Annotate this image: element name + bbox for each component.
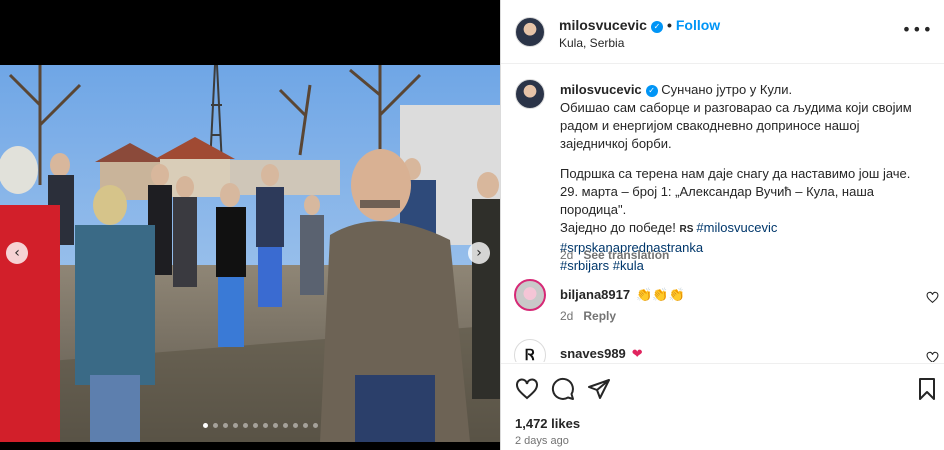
carousel-prev-button[interactable]: ‹ [6,242,28,264]
photo-illustration [0,65,500,442]
caption-line-2: Обишао сам саборце и разговарао са људим… [560,100,912,115]
comment-time: 2d [560,309,574,323]
comment-meta: 2d Reply [560,309,616,323]
carousel-dot [303,423,308,428]
carousel-dot [203,423,208,428]
separator-dot: • [666,17,672,33]
caption-username[interactable]: milosvucevic [560,82,642,97]
caption-author-avatar[interactable] [515,79,545,109]
red-heart-icon: ❤ [631,347,643,362]
commenter-avatar[interactable] [514,279,546,311]
carousel-dot [223,423,228,428]
share-paper-plane-icon[interactable] [587,377,611,401]
carousel-next-button[interactable]: › [468,242,490,264]
carousel-dot [263,423,268,428]
post-timestamp: 2 days ago [515,435,569,447]
comments-section[interactable]: milosvucevic ✓ Сунчано јутро у Кули. Обиш… [501,65,944,362]
like-heart-icon[interactable] [515,377,539,401]
commenter-username[interactable]: biljana8917 [560,287,630,302]
caption-meta: 2d See translation [560,248,669,262]
caption-line-3: радом и енергијом свакодневно доприносе … [560,118,860,133]
location-link[interactable]: Kula, Serbia [559,36,624,50]
comment-body: biljana8917 👏👏👏 [560,287,685,303]
post-sidebar: milosvucevic ✓ • Follow Kula, Serbia ••• mi… [500,0,944,450]
serbia-flag-icon: RS [679,224,694,235]
carousel-dot [243,423,248,428]
carousel-dot [313,423,318,428]
save-bookmark-icon[interactable] [915,377,939,401]
see-translation-link[interactable]: See translation [583,248,669,262]
carousel-dot [233,423,238,428]
clapping-hands-icon: 👏👏👏 [636,288,685,303]
verified-badge-icon: ✓ [645,85,658,97]
comment-like-icon[interactable] [926,351,939,362]
more-options-icon[interactable]: ••• [902,20,933,39]
likes-count[interactable]: 1,472 likes [515,416,580,431]
commenter-username[interactable]: snaves989 [560,346,626,361]
author-avatar[interactable] [515,17,545,47]
reply-button[interactable]: Reply [583,309,616,323]
comment-body: snaves989 ❤ [560,346,643,362]
carousel-indicator [203,423,318,428]
instagram-post-window: ‹ › milosvucevic ✓ • Follow Kula, Serbia ••… [0,0,944,450]
caption-line-6: 29. марта – број 1: „Александар Вучић – … [560,184,874,199]
caption-line-7: породица". [560,202,627,217]
caption-line-1: Сунчано јутро у Кули. [661,82,793,97]
caption-line-4: заједничкој борби. [560,136,672,151]
author-line: milosvucevic ✓ • Follow [559,17,720,33]
post-photo[interactable] [0,65,500,442]
caption-line-8: Заједно до победе! [560,220,680,235]
carousel-dot [253,423,258,428]
carousel-dot [273,423,278,428]
commenter-avatar[interactable]: Ꮢ [514,339,546,362]
caption-time: 2d [560,248,574,262]
follow-button[interactable]: Follow [676,17,720,33]
carousel-dot [293,423,298,428]
action-bar: 1,472 likes 2 days ago [501,363,944,450]
author-username[interactable]: milosvucevic [559,17,647,33]
media-pane: ‹ › [0,0,500,450]
post-header: milosvucevic ✓ • Follow Kula, Serbia ••• [501,0,944,64]
carousel-dot [283,423,288,428]
verified-badge-icon: ✓ [650,21,663,33]
comment-like-icon[interactable] [926,291,939,304]
caption-text: milosvucevic ✓ Сунчано јутро у Кули. Обиш… [560,81,920,275]
carousel-dot [213,423,218,428]
comment-bubble-icon[interactable] [551,377,575,401]
caption-line-5: Подршка са терена нам даје снагу да наст… [560,166,911,181]
